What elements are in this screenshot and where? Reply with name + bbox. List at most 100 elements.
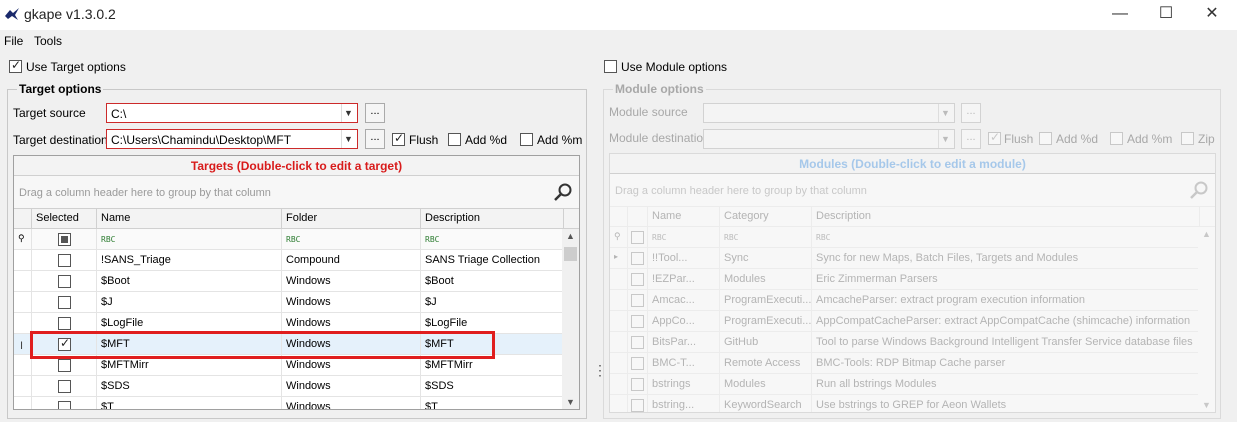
row-selected-checkbox[interactable]	[58, 317, 71, 330]
filter-folder-cell[interactable]: RBC	[282, 229, 421, 250]
chevron-down-icon[interactable]: ▼	[341, 104, 355, 122]
filter-selected-cell[interactable]	[32, 229, 97, 250]
filter-description-cell[interactable]: RBC	[421, 229, 564, 250]
row-select-checkbox[interactable]	[631, 399, 644, 412]
column-header-folder[interactable]: Folder	[282, 209, 421, 229]
column-header-select[interactable]	[628, 207, 648, 227]
table-row[interactable]: bstrings Modules Run all bstrings Modules	[610, 374, 1215, 395]
row-selected-cell[interactable]	[32, 397, 97, 409]
table-row[interactable]: BitsPar... GitHub Tool to parse Windows Ba…	[610, 332, 1215, 353]
menu-file[interactable]: File	[4, 34, 23, 48]
filter-description-cell[interactable]: RBC	[812, 227, 1200, 248]
row-select-checkbox[interactable]	[631, 357, 644, 370]
column-header-description[interactable]: Description	[421, 209, 564, 229]
table-row[interactable]: bstring... KeywordSearch Use bstrings to G…	[610, 395, 1215, 412]
scroll-down-icon[interactable]: ▼	[562, 397, 579, 407]
table-row[interactable]: ▸ !!Tool... Sync Sync for new Maps, Batch F…	[610, 248, 1215, 269]
table-row[interactable]: $T Windows $T	[14, 397, 579, 409]
row-selected-cell[interactable]	[32, 271, 97, 292]
row-name-cell: BMC-T...	[648, 353, 720, 374]
scrollbar-thumb[interactable]	[564, 247, 577, 261]
chevron-down-icon[interactable]: ▼	[341, 130, 355, 148]
column-header-description[interactable]: Description	[812, 207, 1200, 227]
targets-grid[interactable]: Targets (Double-click to edit a target) …	[13, 155, 580, 410]
table-row[interactable]: $SDS Windows $SDS	[14, 376, 579, 397]
chevron-down-icon[interactable]: ▼	[938, 104, 952, 122]
row-selected-cell[interactable]	[32, 292, 97, 313]
row-select-checkbox[interactable]	[631, 252, 644, 265]
close-button[interactable]: ✕	[1189, 0, 1235, 30]
filter-select-cell[interactable]	[628, 227, 648, 248]
menu-tools[interactable]: Tools	[34, 34, 62, 48]
row-select-cell[interactable]	[628, 353, 648, 374]
row-select-checkbox[interactable]	[631, 294, 644, 307]
row-select-cell[interactable]	[628, 332, 648, 353]
module-add-m-checkbox[interactable]	[1110, 132, 1123, 145]
use-module-options-checkbox[interactable]	[604, 60, 617, 73]
target-destination-browse-button[interactable]: ...	[365, 129, 385, 149]
scroll-down-icon[interactable]: ▼	[1198, 400, 1215, 410]
targets-group-panel[interactable]: Drag a column header here to group by th…	[14, 176, 579, 209]
table-row[interactable]: Amcac... ProgramExecuti... AmcacheParser: …	[610, 290, 1215, 311]
table-row[interactable]: !SANS_Triage Compound SANS Triage Collecti…	[14, 250, 579, 271]
row-select-cell[interactable]	[628, 374, 648, 395]
filter-category-cell[interactable]: RBC	[720, 227, 812, 248]
row-selected-checkbox[interactable]	[58, 275, 71, 288]
module-destination-combo[interactable]: ▼	[703, 129, 955, 149]
target-destination-combo[interactable]: C:\Users\Chamindu\Desktop\MFT ▼	[106, 129, 358, 149]
use-target-options-checkbox[interactable]	[9, 58, 22, 73]
targets-vertical-scrollbar[interactable]: ▲ ▼	[562, 229, 579, 409]
modules-group-panel[interactable]: Drag a column header here to group by th…	[610, 174, 1215, 207]
module-source-browse-button[interactable]: ...	[961, 103, 981, 123]
table-row[interactable]: $Boot Windows $Boot	[14, 271, 579, 292]
row-select-cell[interactable]	[628, 395, 648, 412]
row-select-cell[interactable]	[628, 248, 648, 269]
table-row[interactable]: BMC-T... Remote Access BMC-Tools: RDP Bitm…	[610, 353, 1215, 374]
scroll-up-icon[interactable]: ▲	[1198, 229, 1215, 239]
row-selected-cell[interactable]	[32, 376, 97, 397]
filter-name-cell[interactable]: RBC	[97, 229, 282, 250]
module-zip-checkbox[interactable]	[1181, 132, 1194, 145]
chevron-down-icon[interactable]: ▼	[938, 130, 952, 148]
scroll-up-icon[interactable]: ▲	[562, 231, 579, 241]
target-source-combo[interactable]: C:\ ▼	[106, 103, 358, 123]
row-select-checkbox[interactable]	[631, 273, 644, 286]
row-selected-checkbox[interactable]	[58, 380, 71, 393]
filter-name-cell[interactable]: RBC	[648, 227, 720, 248]
module-source-combo[interactable]: ▼	[703, 103, 955, 123]
row-select-cell[interactable]	[628, 290, 648, 311]
row-select-checkbox[interactable]	[631, 378, 644, 391]
target-source-browse-button[interactable]: ...	[365, 103, 385, 123]
target-add-m-checkbox[interactable]	[520, 133, 533, 146]
module-flush-checkbox[interactable]	[988, 130, 1001, 145]
row-selected-checkbox[interactable]	[58, 296, 71, 309]
target-add-d-checkbox[interactable]	[448, 133, 461, 146]
row-select-cell[interactable]	[628, 269, 648, 290]
row-select-checkbox[interactable]	[631, 336, 644, 349]
table-row[interactable]: $J Windows $J	[14, 292, 579, 313]
column-header-name[interactable]: Name	[648, 207, 720, 227]
search-icon[interactable]	[1189, 180, 1209, 200]
targets-filter-row[interactable]: ⚲ RBC RBC RBC	[14, 229, 579, 250]
column-header-category[interactable]: Category	[720, 207, 812, 227]
row-selected-checkbox[interactable]	[58, 254, 71, 267]
row-select-cell[interactable]	[628, 311, 648, 332]
minimize-button[interactable]: —	[1097, 0, 1143, 30]
column-header-selected[interactable]: Selected	[32, 209, 97, 229]
search-icon[interactable]	[553, 182, 573, 202]
modules-vertical-scrollbar[interactable]: ▲ ▼	[1198, 227, 1215, 412]
target-flush-checkbox[interactable]	[392, 131, 405, 146]
table-row[interactable]: !EZPar... Modules Eric Zimmerman Parsers	[610, 269, 1215, 290]
row-selected-checkbox[interactable]	[58, 359, 71, 372]
row-select-checkbox[interactable]	[631, 315, 644, 328]
modules-filter-row[interactable]: ⚲ RBC RBC RBC	[610, 227, 1215, 248]
row-selected-cell[interactable]	[32, 250, 97, 271]
modules-grid[interactable]: Modules (Double-click to edit a module) …	[609, 153, 1216, 413]
maximize-button[interactable]: ☐	[1143, 0, 1189, 30]
use-target-options-label: Use Target options	[26, 60, 126, 74]
row-selected-checkbox[interactable]	[58, 401, 71, 409]
module-destination-browse-button[interactable]: ...	[961, 129, 981, 149]
table-row[interactable]: AppCo... ProgramExecuti... AppCompatCacheP…	[610, 311, 1215, 332]
column-header-name[interactable]: Name	[97, 209, 282, 229]
module-add-d-checkbox[interactable]	[1039, 132, 1052, 145]
